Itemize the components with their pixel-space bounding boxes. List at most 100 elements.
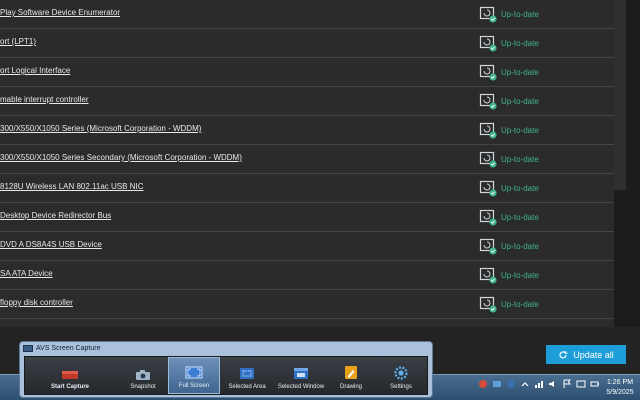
driver-status: Up-to-date xyxy=(479,266,539,284)
driver-ok-icon xyxy=(479,209,497,226)
driver-name[interactable]: Desktop Device Redirector Bus xyxy=(0,211,111,220)
tray-icon[interactable] xyxy=(506,379,516,389)
driver-ok-icon xyxy=(479,238,497,255)
action-center-icon[interactable] xyxy=(576,379,586,389)
list-item[interactable]: 300/X550/X1050 Series Secondary (Microso… xyxy=(0,145,640,174)
clock-date: 5/9/2025 xyxy=(606,389,634,396)
tool-label: Snapshot xyxy=(130,384,156,390)
driver-name[interactable]: 8128U Wireless LAN 802.11ac USB NIC xyxy=(0,182,143,191)
driver-name[interactable]: 300/X550/X1050 Series (Microsoft Corpora… xyxy=(0,124,201,133)
driver-ok-icon xyxy=(479,35,497,52)
chevron-up-icon[interactable] xyxy=(520,379,530,389)
tool-label: Full Screen xyxy=(178,383,210,389)
app-icon xyxy=(23,345,33,352)
driver-name[interactable]: ort Logical Interface xyxy=(0,66,70,75)
list-item[interactable]: Play Software Device Enumerator Up-to-da… xyxy=(0,0,640,29)
status-text: Up-to-date xyxy=(501,38,539,48)
driver-ok-icon xyxy=(479,64,497,81)
driver-status: Up-to-date xyxy=(479,92,539,110)
list-item[interactable]: mable interrupt controller Up-to-date xyxy=(0,87,640,116)
status-text: Up-to-date xyxy=(501,96,539,106)
driver-name[interactable]: Play Software Device Enumerator xyxy=(0,8,120,17)
start-capture-button[interactable]: Start Capture xyxy=(33,357,107,394)
driver-name[interactable]: floppy disk controller xyxy=(0,298,73,307)
driver-ok-icon xyxy=(479,151,497,168)
driver-status: Up-to-date xyxy=(479,179,539,197)
flag-icon[interactable] xyxy=(562,379,572,389)
driver-ok-icon xyxy=(479,6,497,23)
record-icon xyxy=(62,371,78,379)
driver-ok-icon xyxy=(479,180,497,197)
driver-name[interactable]: 300/X550/X1050 Series Secondary (Microso… xyxy=(0,153,242,162)
driver-status: Up-to-date xyxy=(479,34,539,52)
status-text: Up-to-date xyxy=(501,9,539,19)
selected-area-button[interactable]: Selected Area xyxy=(223,357,271,394)
drawing-icon xyxy=(345,366,357,379)
settings-button[interactable]: Settings xyxy=(381,357,421,394)
system-tray xyxy=(478,379,600,389)
list-item[interactable]: Desktop Device Redirector Bus Up-to-date xyxy=(0,203,640,232)
driver-status: Up-to-date xyxy=(479,295,539,313)
driver-ok-icon xyxy=(479,122,497,139)
driver-status: Up-to-date xyxy=(479,63,539,81)
update-all-button[interactable]: Update all xyxy=(546,345,626,364)
status-text: Up-to-date xyxy=(501,67,539,77)
driver-name[interactable]: mable interrupt controller xyxy=(0,95,88,104)
battery-icon[interactable] xyxy=(590,379,600,389)
driver-name[interactable]: SA ATA Device xyxy=(0,269,53,278)
status-text: Up-to-date xyxy=(501,154,539,164)
status-text: Up-to-date xyxy=(501,125,539,135)
fullscreen-icon xyxy=(185,366,203,379)
tool-label: Selected Window xyxy=(277,384,325,390)
driver-ok-icon xyxy=(479,267,497,284)
drawing-button[interactable]: Drawing xyxy=(331,357,371,394)
tool-label: Start Capture xyxy=(50,384,89,390)
snapshot-button[interactable]: Snapshot xyxy=(121,357,165,394)
window-icon xyxy=(294,368,308,379)
clock-time: 1:26 PM xyxy=(606,379,634,386)
scrollbar[interactable] xyxy=(614,0,640,327)
list-item[interactable]: 300/X550/X1050 Series (Microsoft Corpora… xyxy=(0,116,640,145)
driver-ok-icon xyxy=(479,93,497,110)
tool-label: Selected Area xyxy=(228,384,266,390)
area-icon xyxy=(240,368,254,379)
gear-icon xyxy=(394,366,408,380)
update-all-label: Update all xyxy=(573,349,614,360)
driver-status: Up-to-date xyxy=(479,5,539,23)
avs-capture-window: AVS Screen Capture Start Capture Snapsho… xyxy=(19,341,433,398)
selected-window-button[interactable]: Selected Window xyxy=(273,357,329,394)
driver-name[interactable]: ort (LPT1) xyxy=(0,37,36,46)
camera-icon xyxy=(136,370,150,380)
taskbar-clock[interactable]: 1:26 PM 5/9/2025 xyxy=(600,378,640,398)
status-text: Up-to-date xyxy=(501,299,539,309)
tool-label: Drawing xyxy=(339,384,362,390)
avs-title-text: AVS Screen Capture xyxy=(36,345,101,352)
list-item[interactable]: ort Logical Interface Up-to-date xyxy=(0,58,640,87)
status-text: Up-to-date xyxy=(501,241,539,251)
status-text: Up-to-date xyxy=(501,270,539,280)
speaker-icon[interactable] xyxy=(548,379,558,389)
status-text: Up-to-date xyxy=(501,183,539,193)
driver-status: Up-to-date xyxy=(479,208,539,226)
list-item[interactable]: floppy disk controller Up-to-date xyxy=(0,290,640,319)
list-item[interactable]: 8128U Wireless LAN 802.11ac USB NIC Up-t… xyxy=(0,174,640,203)
driver-status: Up-to-date xyxy=(479,121,539,139)
avs-toolbar: Start Capture Snapshot Full Screen Selec… xyxy=(24,356,428,395)
tray-icon[interactable] xyxy=(478,379,488,389)
avs-titlebar[interactable]: AVS Screen Capture xyxy=(23,343,100,354)
driver-status: Up-to-date xyxy=(479,150,539,168)
network-icon[interactable] xyxy=(534,379,544,389)
driver-list: Play Software Device Enumerator Up-to-da… xyxy=(0,0,640,327)
list-item[interactable]: DVD A DS8A4S USB Device Up-to-date xyxy=(0,232,640,261)
scrollbar-thumb[interactable] xyxy=(614,0,626,190)
driver-name[interactable]: DVD A DS8A4S USB Device xyxy=(0,240,102,249)
tray-icon[interactable] xyxy=(492,379,502,389)
driver-status: Up-to-date xyxy=(479,237,539,255)
list-item[interactable]: ort (LPT1) Up-to-date xyxy=(0,29,640,58)
driver-ok-icon xyxy=(479,296,497,313)
refresh-icon xyxy=(559,350,568,358)
tool-label: Settings xyxy=(390,384,412,390)
status-text: Up-to-date xyxy=(501,212,539,222)
full-screen-button[interactable]: Full Screen xyxy=(168,357,220,394)
list-item[interactable]: SA ATA Device Up-to-date xyxy=(0,261,640,290)
